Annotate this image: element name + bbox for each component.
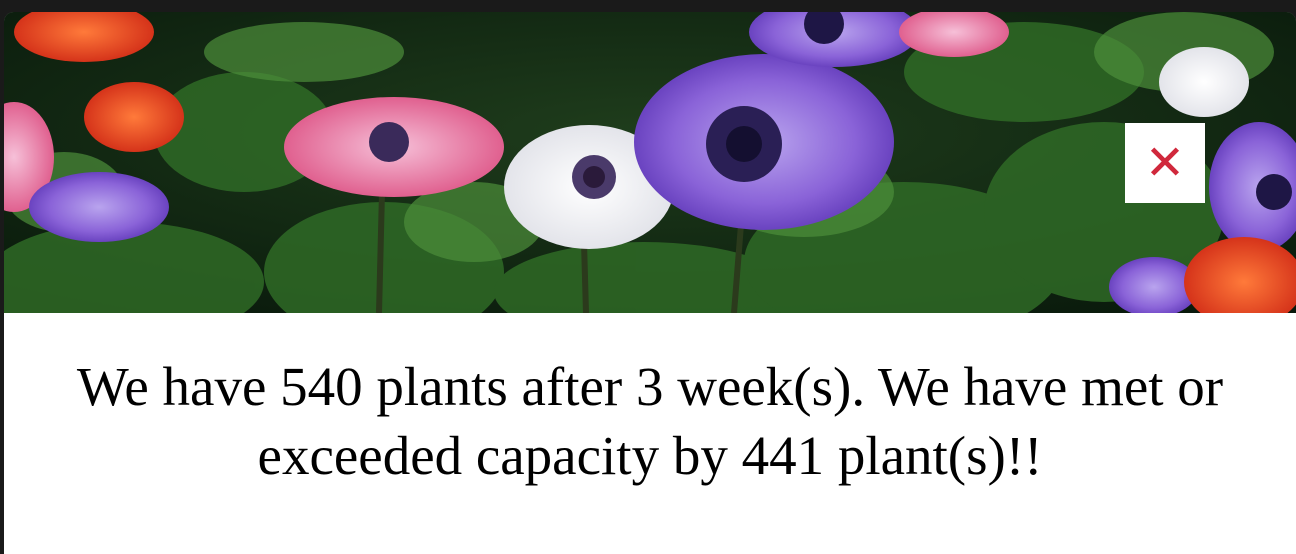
result-message: We have 540 plants after 3 week(s). We h… (76, 356, 1224, 486)
hero-image: ✕ (4, 12, 1296, 313)
close-icon: ✕ (1144, 135, 1186, 191)
results-modal: ✕ We have 540 plants after 3 week(s). We… (4, 12, 1296, 554)
flower-photo (4, 12, 1296, 313)
close-button[interactable]: ✕ (1125, 123, 1205, 203)
